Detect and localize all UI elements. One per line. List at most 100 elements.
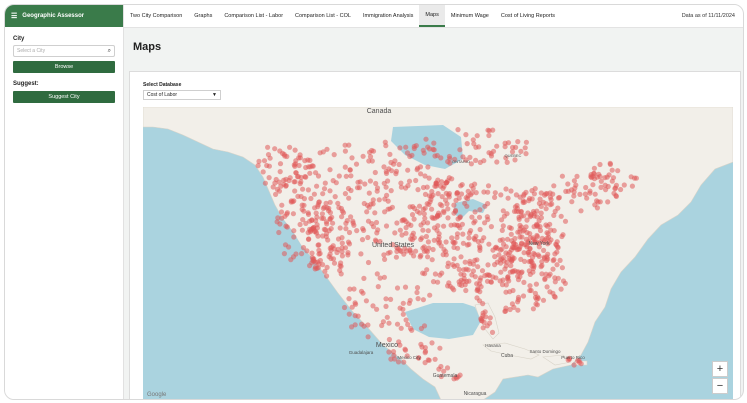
map-dot [322,227,329,233]
map-dot [354,228,360,234]
map-dot [486,128,492,134]
map-dot [633,175,639,181]
map-dot [594,205,600,211]
map-dot [594,174,600,180]
map-dot [331,152,337,158]
map-dot [277,148,283,154]
map-dot [374,271,380,277]
city-input[interactable]: Select a City ⌕ [13,45,115,57]
caret-down-icon: ▼ [212,92,217,98]
map-dot [534,232,540,239]
database-select[interactable]: Cost of Labor ▼ [143,90,221,100]
map-dot [463,287,469,294]
map-dot [420,227,426,233]
map-dot [557,257,563,263]
map-dot [613,182,619,188]
map-dot [422,215,428,221]
map-dot [360,226,366,232]
tab-two-city-comparison[interactable]: Two City Comparison [124,5,188,27]
map-dot [411,216,417,222]
map-dot [508,188,514,194]
search-icon[interactable]: ⌕ [108,48,111,55]
map-dot [539,271,545,277]
map-dot [388,296,394,302]
map-dot [292,179,298,185]
map-dot [330,220,336,226]
map-dot [282,153,288,159]
map-dot [445,263,451,270]
map-dot [525,250,531,256]
map-dot [360,153,366,159]
map-dot [339,240,345,246]
suggest-city-button[interactable]: Suggest City [13,91,115,103]
map-dot [470,137,476,143]
map-dot [300,217,306,223]
map-view[interactable]: Canada ONTARIO QUEBEC United States New … [143,107,733,400]
tab-cost-of-living-reports[interactable]: Cost of Living Reports [495,5,561,27]
zoom-out-button[interactable]: − [712,378,728,394]
map-dot [373,219,380,226]
map-dot [403,317,409,323]
map-dot [330,256,337,262]
tab-graphs[interactable]: Graphs [188,5,218,27]
map-dot [451,287,457,293]
map-dot [435,223,441,229]
map-dot [518,256,524,262]
map-dot [577,191,583,197]
browse-button[interactable]: Browse [13,61,115,73]
tab-immigration-analysis[interactable]: Immigration Analysis [357,5,419,27]
map-dot [498,269,504,275]
map-dot [507,249,513,256]
map-dot [547,221,553,227]
map-dot [487,320,493,326]
map-dot [352,322,358,328]
tab-maps[interactable]: Maps [419,5,445,27]
tab-minimum-wage[interactable]: Minimum Wage [445,5,495,27]
map-dot [484,214,490,220]
hamburger-icon[interactable]: ☰ [11,12,17,20]
map-dot [492,262,498,268]
map-dot [394,321,401,327]
map-dot [413,248,419,254]
map-dot [390,349,397,355]
zoom-in-button[interactable]: + [712,361,728,377]
tab-comparison-list-labor[interactable]: Comparison List - Labor [218,5,289,27]
map-dot [348,173,354,179]
map-dot [468,183,475,189]
map-dot [319,211,325,217]
map-dot [256,158,262,164]
map-dot [306,236,312,242]
map-dot [345,239,352,245]
map-dot [473,157,479,163]
map-dot [515,277,522,283]
map-canvas[interactable]: Canada ONTARIO QUEBEC United States New … [143,107,733,400]
map-dot [324,273,330,279]
map-dot [477,298,483,304]
map-dot [352,300,358,306]
map-dot [531,263,537,269]
map-dot [421,248,427,254]
map-dot [346,195,352,201]
map-dot [505,195,511,201]
map-dot [517,243,523,250]
map-dot [609,167,615,173]
map-dot [403,144,409,150]
map-dot [517,234,523,240]
map-dot [490,274,496,280]
map-dot [423,136,429,142]
map-panel: Select Database Cost of Labor ▼ Canada O… [129,71,741,400]
map-dot [486,241,492,247]
map-dot [512,204,518,210]
map-dot [556,194,562,201]
map-dot [261,158,268,164]
map-dot [310,256,316,262]
tab-comparison-list-col[interactable]: Comparison List - COL [289,5,357,27]
map-dot [376,197,382,203]
map-dot [291,234,297,240]
map-dot [458,254,464,260]
map-dot [479,268,486,274]
map-dot [504,159,510,165]
map-dot [398,184,404,190]
map-dot [492,194,498,200]
map-dot [315,202,321,208]
